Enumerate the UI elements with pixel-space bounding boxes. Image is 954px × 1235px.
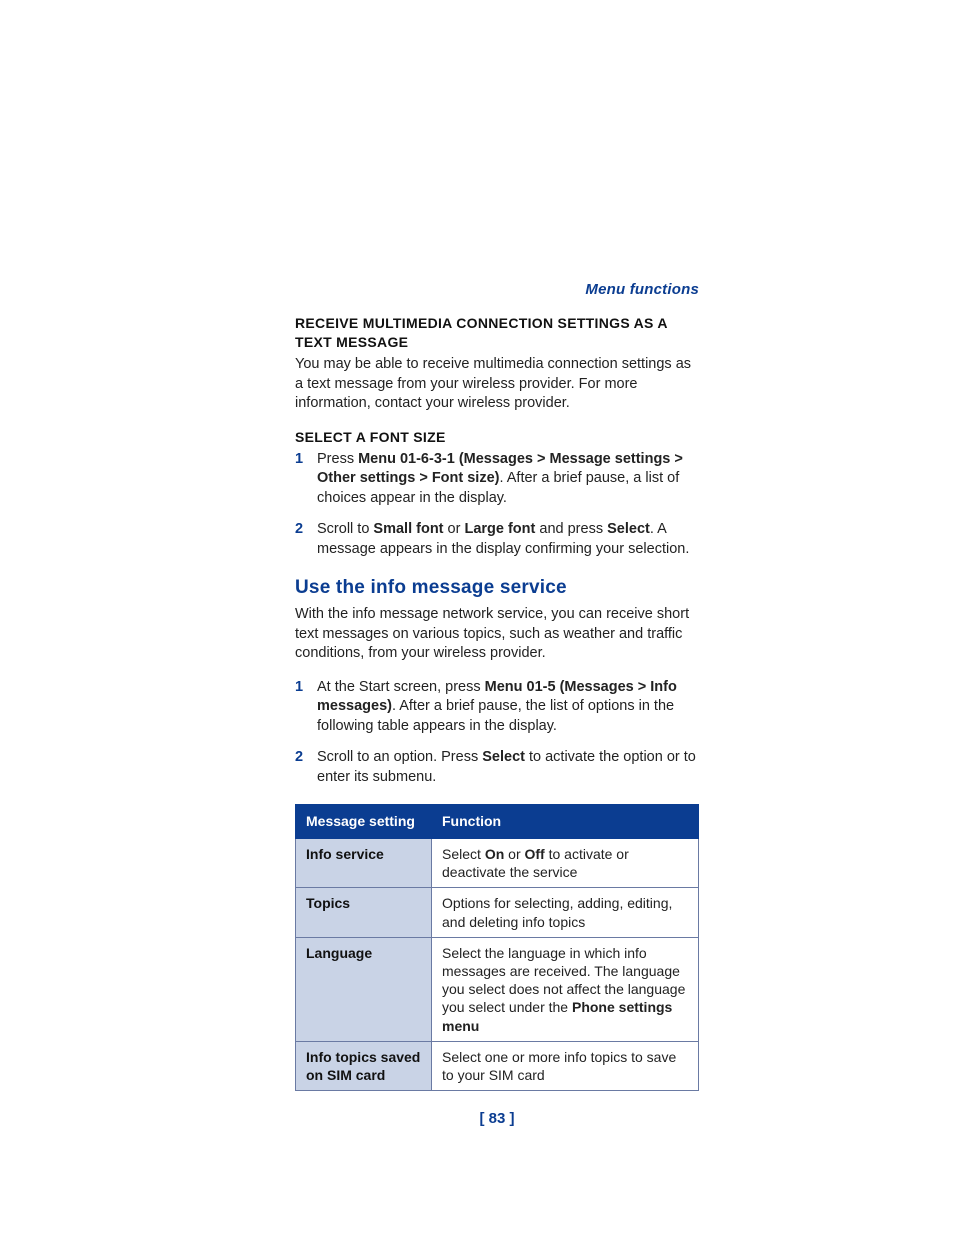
text-run: Scroll to an option. Press: [317, 749, 482, 765]
table-header-cell: Message setting: [296, 804, 432, 839]
list-text: Scroll to an option. Press Select to act…: [317, 748, 699, 787]
list-number: 1: [295, 678, 317, 737]
table-row-label: Info topics saved on SIM card: [296, 1041, 432, 1090]
page-number: [ 83 ]: [295, 1109, 699, 1129]
table-cell: Options for selecting, adding, editing, …: [432, 888, 699, 937]
list-number: 2: [295, 748, 317, 787]
table-row: Topics Options for selecting, adding, ed…: [296, 888, 699, 937]
bold-text: Large font: [464, 521, 535, 537]
section-intro-info-service: With the info message network service, y…: [295, 605, 699, 664]
table-row: Language Select the language in which in…: [296, 937, 699, 1041]
header-section-label: Menu functions: [295, 280, 699, 300]
table-row-label: Info service: [296, 839, 432, 888]
info-options-table: Message setting Function Info service Se…: [295, 804, 699, 1092]
bold-text: On: [485, 846, 504, 862]
list-item: 2 Scroll to Small font or Large font and…: [295, 520, 699, 559]
bold-text: Select: [482, 749, 525, 765]
list-item: 1 At the Start screen, press Menu 01-5 (…: [295, 678, 699, 737]
text-run: Press: [317, 451, 358, 467]
table-cell: Select one or more info topics to save t…: [432, 1041, 699, 1090]
document-page: Menu functions RECEIVE MULTIMEDIA CONNEC…: [0, 0, 954, 1209]
list-item: 2 Scroll to an option. Press Select to a…: [295, 748, 699, 787]
text-run: Scroll to: [317, 521, 373, 537]
text-run: At the Start screen, press: [317, 679, 485, 695]
text-run: or: [444, 521, 465, 537]
list-number: 2: [295, 520, 317, 559]
table-row: Info topics saved on SIM card Select one…: [296, 1041, 699, 1090]
section-body-receive-settings: You may be able to receive multimedia co…: [295, 355, 699, 414]
table-header-row: Message setting Function: [296, 804, 699, 839]
table-row: Info service Select On or Off to activat…: [296, 839, 699, 888]
table-header-cell: Function: [432, 804, 699, 839]
list-text: Press Menu 01-6-3-1 (Messages > Message …: [317, 450, 699, 509]
list-text: At the Start screen, press Menu 01-5 (Me…: [317, 678, 699, 737]
list-number: 1: [295, 450, 317, 509]
bold-text: Select: [607, 521, 650, 537]
bold-text: Small font: [373, 521, 443, 537]
table-row-label: Topics: [296, 888, 432, 937]
text-run: Select: [442, 846, 485, 862]
list-item: 1 Press Menu 01-6-3-1 (Messages > Messag…: [295, 450, 699, 509]
table-row-label: Language: [296, 937, 432, 1041]
ordered-list-font-size: 1 Press Menu 01-6-3-1 (Messages > Messag…: [295, 450, 699, 560]
text-run: or: [504, 846, 524, 862]
text-run: and press: [535, 521, 607, 537]
list-text: Scroll to Small font or Large font and p…: [317, 520, 699, 559]
bold-text: Off: [525, 846, 545, 862]
table-cell: Select On or Off to activate or deactiva…: [432, 839, 699, 888]
section-heading-font-size: SELECT A FONT SIZE: [295, 428, 699, 447]
table-cell: Select the language in which info messag…: [432, 937, 699, 1041]
section-heading-info-service: Use the info message service: [295, 575, 699, 601]
ordered-list-info-service: 1 At the Start screen, press Menu 01-5 (…: [295, 678, 699, 788]
section-heading-receive-settings: RECEIVE MULTIMEDIA CONNECTION SETTINGS A…: [295, 314, 699, 352]
